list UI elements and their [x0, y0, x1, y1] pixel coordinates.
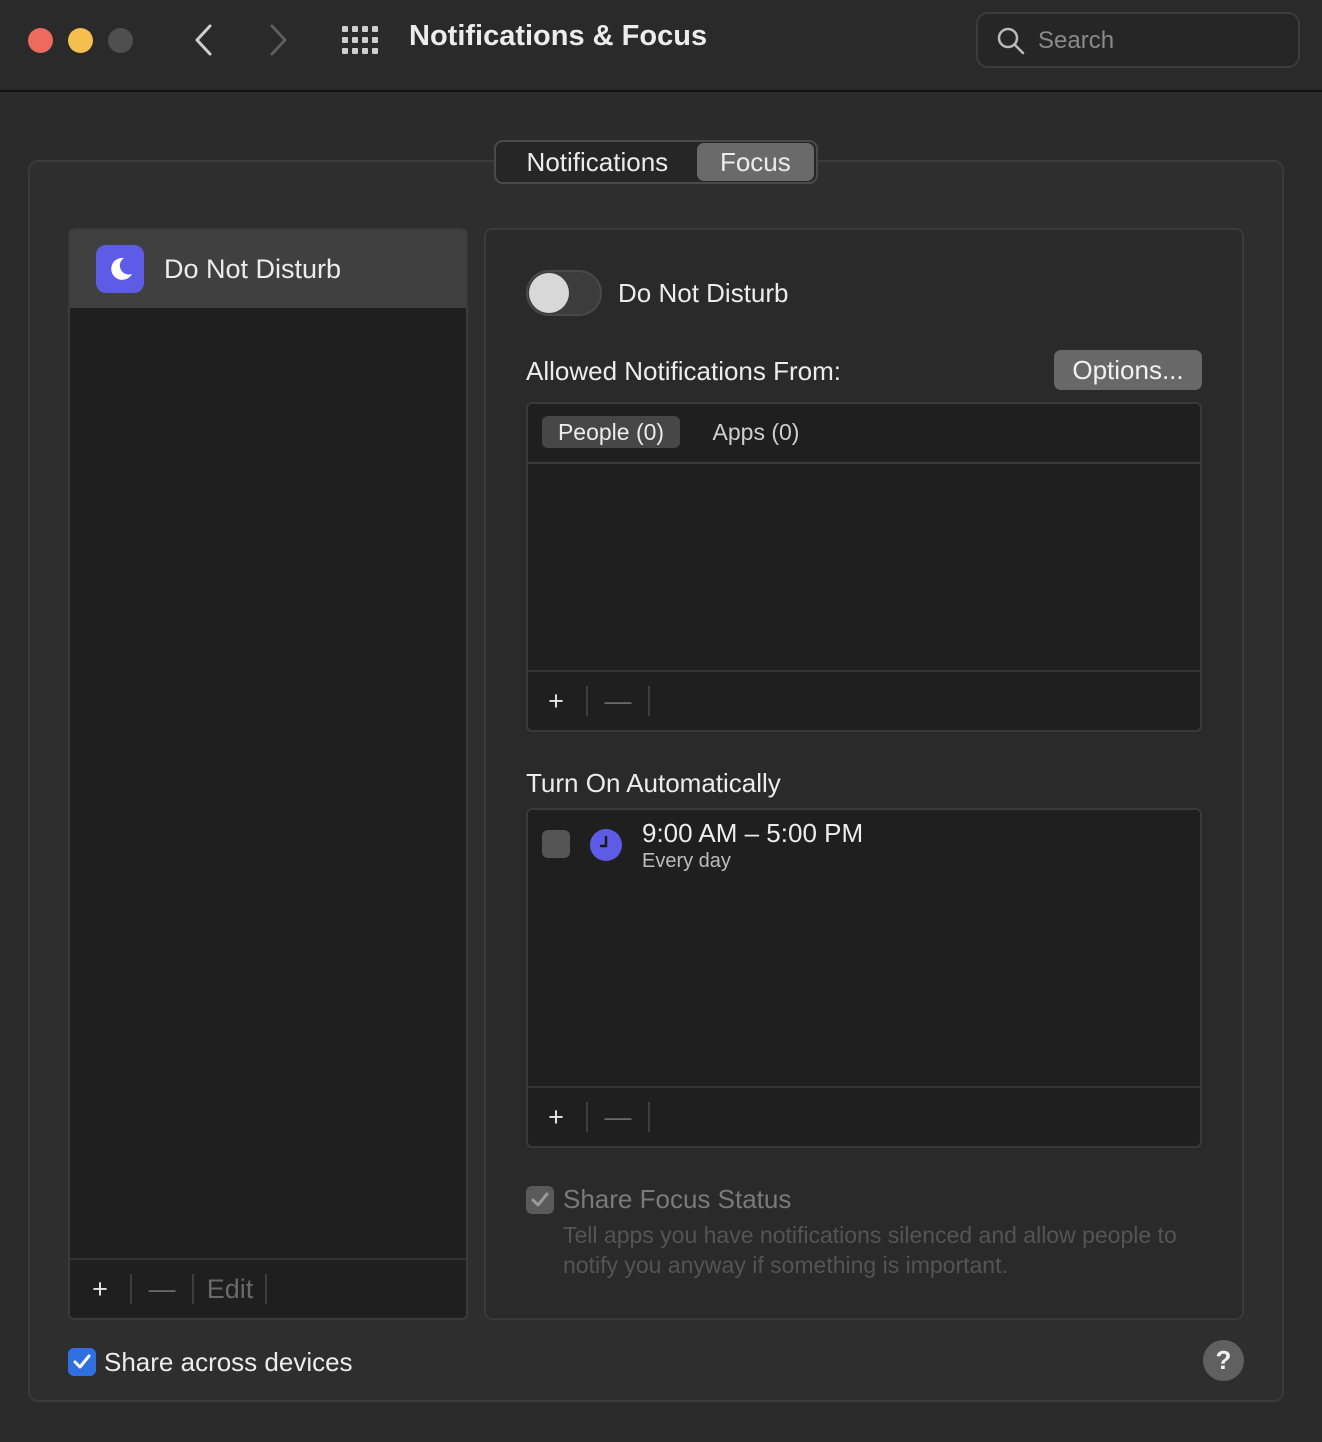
show-all-button[interactable]	[340, 22, 380, 58]
schedule-repeat: Every day	[642, 850, 731, 872]
search-input[interactable]	[1038, 24, 1278, 58]
toggle-knob	[529, 273, 569, 313]
divider	[648, 1102, 650, 1132]
share-across-devices-checkbox[interactable]	[68, 1348, 96, 1376]
turn-on-automatically-label: Turn On Automatically	[526, 768, 781, 798]
allowed-notifications-label: Allowed Notifications From:	[526, 356, 841, 386]
divider	[130, 1274, 132, 1304]
share-focus-status-label: Share Focus Status	[563, 1184, 792, 1214]
share-across-devices-label: Share across devices	[104, 1347, 353, 1377]
remove-focus-button[interactable]: —	[142, 1270, 182, 1308]
edit-focus-button[interactable]: Edit	[200, 1270, 260, 1308]
checkmark-icon	[73, 1354, 91, 1369]
allowed-notifications-box: People (0) Apps (0) + —	[526, 402, 1202, 732]
focus-list-item-do-not-disturb[interactable]: Do Not Disturb	[70, 230, 466, 308]
back-button[interactable]	[184, 18, 224, 62]
chevron-left-icon	[195, 24, 212, 56]
grid-icon	[342, 26, 378, 54]
tab-bar: Notifications Focus	[494, 140, 818, 184]
toggle-label: Do Not Disturb	[618, 278, 789, 308]
divider	[648, 686, 650, 716]
options-button[interactable]: Options...	[1054, 350, 1202, 390]
divider	[586, 686, 588, 716]
focus-list-item-label: Do Not Disturb	[164, 254, 342, 284]
focus-list: Do Not Disturb + — Edit	[68, 228, 468, 1320]
allowed-tabs: People (0) Apps (0)	[528, 404, 1200, 464]
schedule-list-footer: + —	[528, 1086, 1200, 1146]
schedule-box: 9:00 AM – 5:00 PM Every day + —	[526, 808, 1202, 1148]
share-focus-status-checkbox[interactable]	[526, 1186, 554, 1214]
add-focus-button[interactable]: +	[80, 1270, 120, 1308]
add-schedule-button[interactable]: +	[536, 1098, 576, 1136]
divider	[586, 1102, 588, 1132]
help-button[interactable]: ?	[1203, 1340, 1244, 1381]
window-title: Notifications & Focus	[409, 20, 708, 52]
tab-apps[interactable]: Apps (0)	[698, 416, 814, 448]
minimize-window-button[interactable]	[68, 28, 93, 53]
schedule-time[interactable]: 9:00 AM – 5:00 PM	[642, 818, 863, 849]
share-focus-status-description: Tell apps you have notifications silence…	[563, 1222, 1177, 1278]
zoom-window-button[interactable]	[108, 28, 133, 53]
allowed-list-footer: + —	[528, 670, 1200, 730]
tab-notifications[interactable]: Notifications	[498, 143, 697, 181]
tab-people[interactable]: People (0)	[542, 416, 680, 448]
clock-icon	[590, 829, 622, 861]
moon-icon	[96, 245, 144, 293]
tab-focus[interactable]: Focus	[696, 143, 814, 181]
checkmark-icon	[531, 1192, 549, 1207]
title-bar: Notifications & Focus	[0, 0, 1322, 92]
add-allowed-button[interactable]: +	[536, 682, 576, 720]
forward-button[interactable]	[258, 18, 298, 62]
remove-schedule-button[interactable]: —	[598, 1098, 638, 1136]
divider	[265, 1274, 267, 1304]
focus-detail-pane: Do Not Disturb Allowed Notifications Fro…	[484, 228, 1244, 1320]
close-window-button[interactable]	[28, 28, 53, 53]
divider	[192, 1274, 194, 1304]
chevron-right-icon	[270, 24, 287, 56]
schedule-checkbox[interactable]	[542, 830, 570, 858]
do-not-disturb-toggle[interactable]	[526, 270, 602, 316]
focus-list-footer: + — Edit	[70, 1258, 466, 1318]
remove-allowed-button[interactable]: —	[598, 682, 638, 720]
search-field[interactable]	[976, 12, 1300, 68]
search-icon	[997, 27, 1025, 55]
